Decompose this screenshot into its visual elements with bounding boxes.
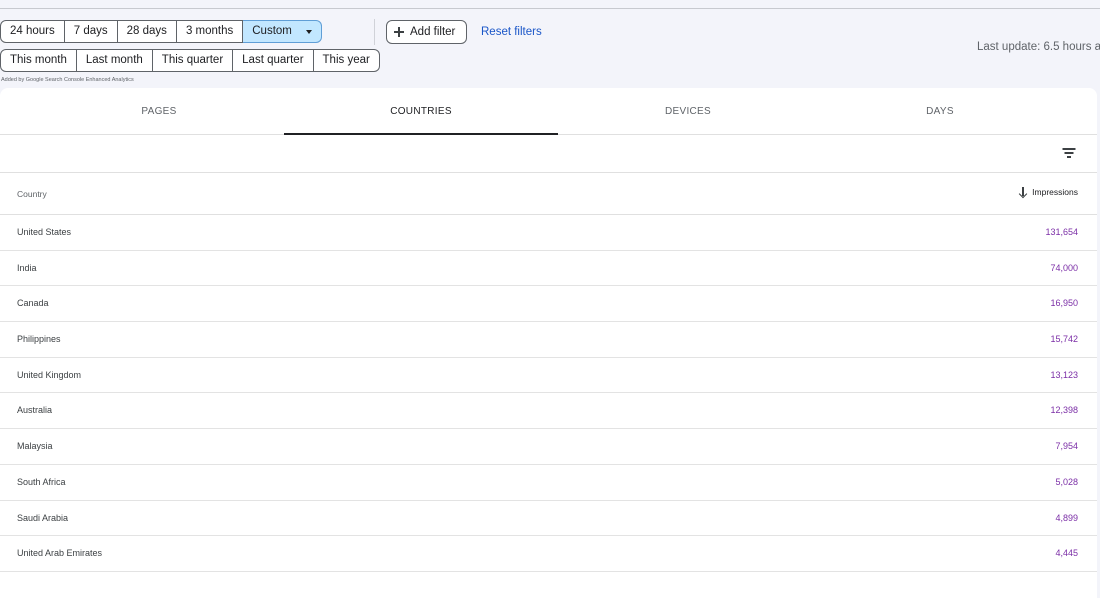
tab-countries[interactable]: COUNTRIES [284,88,558,135]
arrow-down-icon [1019,187,1027,197]
table-row[interactable]: India 74,000 [0,251,1097,287]
cell-country: Canada [17,298,49,309]
table-row[interactable]: United Kingdom 13,123 [0,358,1097,394]
table-row[interactable]: Philippines 15,742 [0,322,1097,358]
attribution-text: Added by Google Search Console Enhanced … [1,77,134,83]
date-chip-last-quarter[interactable]: Last quarter [233,49,314,72]
reset-filters-link[interactable]: Reset filters [481,26,542,38]
cell-country: Australia [17,405,53,416]
table-row[interactable]: South Africa 5,028 [0,465,1097,501]
date-chip-this-quarter[interactable]: This quarter [152,49,234,72]
cell-country: India [17,262,37,273]
cell-country: United States [17,227,72,237]
column-header-impressions[interactable]: Impressions [1019,187,1078,197]
toolbar-divider [374,19,375,45]
date-chip-this-year[interactable]: This year [313,49,380,72]
column-header-impressions-label: Impressions [1032,187,1078,197]
cell-impressions: 12,398 [1050,405,1078,416]
add-filter-label: Add filter [410,26,456,38]
cell-country: Malaysia [17,441,53,452]
report-tabs: PAGES COUNTRIES DEVICES DAYS [0,88,1097,135]
date-chip-this-month[interactable]: This month [0,49,77,72]
cell-country: United Kingdom [17,369,82,380]
cell-impressions: 5,028 [1055,476,1078,487]
cell-impressions: 15,742 [1050,334,1078,345]
cell-impressions: 13,123 [1050,369,1078,380]
date-chip-custom-label: Custom [252,25,292,37]
top-divider [0,8,1100,9]
cell-country: Philippines [17,334,61,345]
date-chip-28-days[interactable]: 28 days [117,20,177,43]
date-chip-24-hours[interactable]: 24 hours [0,20,65,43]
table-row[interactable]: Australia 12,398 [0,393,1097,430]
cell-country: South Africa [17,476,66,487]
add-filter-button[interactable]: Add filter [386,20,467,44]
plus-icon [394,27,404,37]
tab-pages[interactable]: PAGES [22,88,296,135]
date-range-row-1: 24 hours 7 days 28 days 3 months Custom [0,20,322,43]
date-chip-7-days[interactable]: 7 days [64,20,118,43]
report-card: PAGES COUNTRIES DEVICES DAYS Country Imp… [0,88,1097,598]
tab-devices[interactable]: DEVICES [551,88,825,135]
table-row[interactable]: United Arab Emirates 4,445 [0,536,1097,572]
table-row[interactable]: Saudi Arabia 4,899 [0,501,1097,537]
cell-country: Saudi Arabia [17,512,69,523]
table-toolbar [0,135,1097,173]
cell-impressions: 131,654 [1045,227,1078,237]
cell-impressions: 4,899 [1055,512,1078,523]
table-row[interactable]: Canada 16,950 [0,286,1097,323]
column-header-country[interactable]: Country [17,189,47,199]
date-chip-3-months[interactable]: 3 months [176,20,244,43]
date-chip-custom[interactable]: Custom [243,20,322,43]
date-chip-last-month[interactable]: Last month [76,49,153,72]
filter-icon[interactable] [1062,146,1076,158]
table-body: United States 131,654 India 74,000 Canad… [0,215,1097,572]
date-range-row-2: This month Last month This quarter Last … [0,49,380,72]
table-row[interactable]: Malaysia 7,954 [0,429,1097,465]
cell-impressions: 7,954 [1055,441,1078,452]
cell-impressions: 4,445 [1055,548,1078,559]
cell-impressions: 16,950 [1050,298,1078,309]
last-update-text: Last update: 6.5 hours ago [977,41,1100,53]
table-header: Country Impressions [0,173,1097,215]
chevron-down-icon [305,29,312,34]
cell-country: United Arab Emirates [17,548,103,559]
cell-impressions: 74,000 [1050,262,1078,273]
tab-days[interactable]: DAYS [803,88,1077,135]
table-row[interactable]: United States 131,654 [0,215,1097,251]
